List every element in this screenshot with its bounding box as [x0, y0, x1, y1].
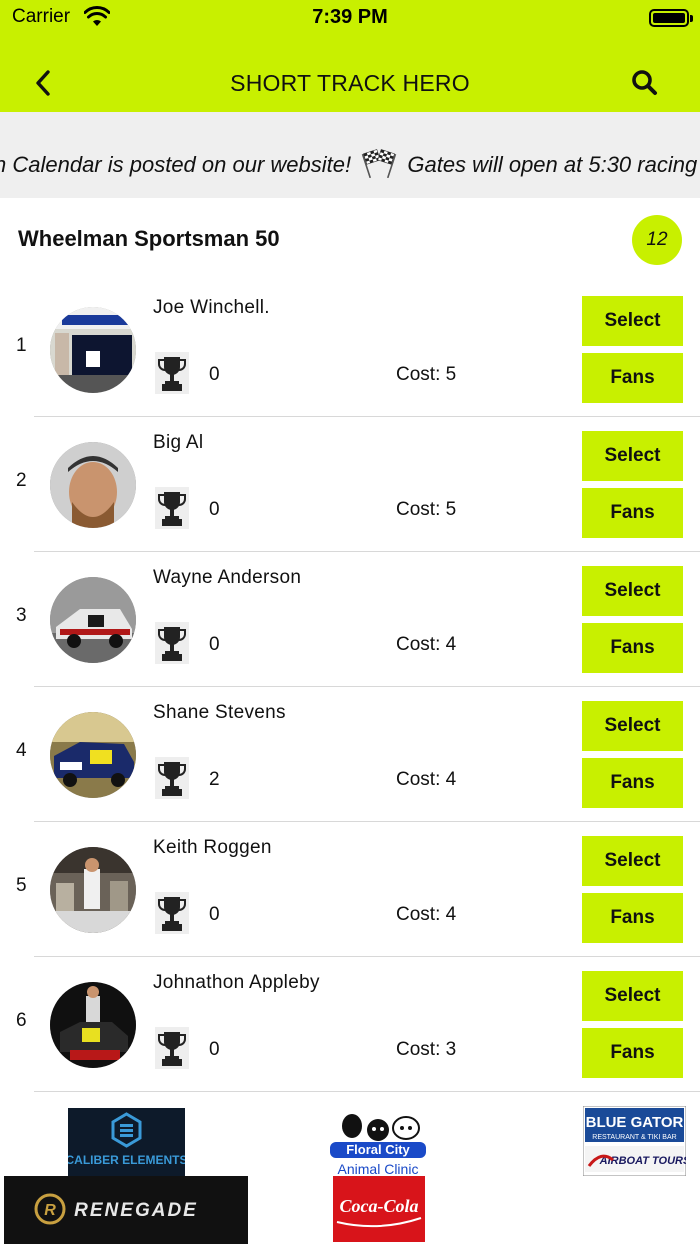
- blue-gator-sub-text: RESTAURANT & TIKI BAR: [592, 1134, 676, 1141]
- select-button[interactable]: Select: [582, 296, 683, 346]
- driver-row: 1 Joe Winchell. 0 Cost: 5 Select Fans: [0, 282, 700, 417]
- driver-cost: Cost: 3: [396, 1039, 457, 1060]
- driver-wins: 0: [209, 499, 220, 520]
- driver-wins: 0: [209, 904, 220, 925]
- driver-name: Wayne Anderson: [153, 567, 302, 588]
- ticker-text-before: n Calendar is posted on our website!: [0, 152, 352, 177]
- trophy-icon: [155, 1027, 189, 1069]
- driver-wins: 0: [209, 634, 220, 655]
- trophy-icon: [155, 757, 189, 799]
- race-car-photo: [50, 307, 136, 393]
- division-title: Wheelman Sportsman 50: [18, 226, 280, 251]
- blue-gator-text: BLUE GATOR: [586, 1114, 684, 1131]
- driver-count-badge: 12: [632, 215, 682, 265]
- driver-cost: Cost: 5: [396, 499, 457, 520]
- driver-row: 5 Keith Roggen 0 Cost: 4 Select Fans: [0, 822, 700, 957]
- search-icon: [632, 70, 657, 95]
- driver-cost: Cost: 4: [396, 634, 457, 655]
- driver-name: Joe Winchell.: [153, 297, 270, 318]
- select-button[interactable]: Select: [582, 566, 683, 616]
- status-bar: Carrier 7:39 PM: [0, 0, 700, 40]
- driver-rank: 1: [16, 335, 27, 356]
- app-header: Carrier 7:39 PM SHORT TRACK HERO: [0, 0, 700, 112]
- checkered-flag-icon: [362, 149, 397, 178]
- trophy-icon: [155, 487, 189, 529]
- svg-text:R: R: [44, 1202, 56, 1219]
- renegade-text: RENEGADE: [74, 1200, 198, 1221]
- search-button[interactable]: [628, 66, 662, 100]
- select-button[interactable]: Select: [582, 431, 683, 481]
- driver-row: 4 Shane Stevens 2 Cost: 4 Select Fans: [0, 687, 700, 822]
- coca-cola-text: Coca-Cola: [340, 1196, 419, 1216]
- victory-lane-photo: [50, 847, 136, 933]
- fans-button[interactable]: Fans: [582, 1028, 683, 1078]
- coca-cola-logo[interactable]: Coca-Cola: [333, 1176, 425, 1242]
- battery-icon: [649, 9, 693, 27]
- driver-wins: 0: [209, 364, 220, 385]
- driver-name: Big Al: [153, 432, 204, 453]
- driver-rank: 3: [16, 605, 27, 626]
- driver-avatar[interactable]: [50, 847, 136, 933]
- driver-cost: Cost: 5: [396, 364, 457, 385]
- fans-button[interactable]: Fans: [582, 353, 683, 403]
- driver-name: Johnathon Appleby: [153, 972, 320, 993]
- ticker-text: n Calendar is posted on our website! Gat…: [0, 148, 700, 178]
- trophy-icon: [155, 892, 189, 934]
- driver-avatar[interactable]: [50, 442, 136, 528]
- fans-button[interactable]: Fans: [582, 488, 683, 538]
- race-car-photo: [50, 982, 136, 1068]
- driver-row: 6 Johnathon Appleby 0 Cost: 3 Select Fan…: [0, 957, 700, 1092]
- floral-city-text: Floral City: [346, 1142, 410, 1157]
- driver-rank: 6: [16, 1010, 27, 1031]
- race-car-photo: [50, 712, 136, 798]
- sponsor-banner: CALIBER ELEMENTS Floral City Animal Clin…: [0, 1094, 700, 1244]
- trophy-icon: [155, 352, 189, 394]
- blue-gator-logo[interactable]: BLUE GATOR RESTAURANT & TIKI BAR AIRBOAT…: [583, 1106, 686, 1176]
- news-ticker: n Calendar is posted on our website! Gat…: [0, 112, 700, 198]
- select-button[interactable]: Select: [582, 701, 683, 751]
- driver-name: Keith Roggen: [153, 837, 272, 858]
- driver-rank: 2: [16, 470, 27, 491]
- driver-name: Shane Stevens: [153, 702, 286, 723]
- trophy-icon: [155, 622, 189, 664]
- driver-wins: 0: [209, 1039, 220, 1060]
- driver-cost: Cost: 4: [396, 904, 457, 925]
- status-time: 7:39 PM: [312, 6, 388, 28]
- driver-wins: 2: [209, 769, 220, 790]
- driver-row: 3 Wayne Anderson 0 Cost: 4 Select Fans: [0, 552, 700, 687]
- driver-avatar[interactable]: [50, 577, 136, 663]
- ticker-text-after: Gates will open at 5:30 racing sta: [407, 152, 700, 177]
- race-car-photo: [50, 577, 136, 663]
- driver-cost: Cost: 4: [396, 769, 457, 790]
- select-button[interactable]: Select: [582, 971, 683, 1021]
- caliber-text: CALIBER ELEMENTS: [68, 1153, 185, 1167]
- driver-portrait-photo: [50, 442, 136, 528]
- driver-rank: 4: [16, 740, 27, 761]
- fans-button[interactable]: Fans: [582, 623, 683, 673]
- floral-city-animal-clinic-logo[interactable]: Floral City Animal Clinic: [328, 1108, 428, 1178]
- select-button[interactable]: Select: [582, 836, 683, 886]
- driver-row: 2 Big Al 0 Cost: 5 Select Fans: [0, 417, 700, 552]
- driver-rank: 5: [16, 875, 27, 896]
- renegade-fuel-logo[interactable]: R RENEGADE: [4, 1176, 248, 1244]
- driver-avatar[interactable]: [50, 982, 136, 1068]
- caliber-elements-logo[interactable]: CALIBER ELEMENTS: [68, 1108, 185, 1176]
- row-divider: [34, 1091, 700, 1092]
- airboat-tours-text: AIRBOAT TOURS: [599, 1155, 686, 1167]
- fans-button[interactable]: Fans: [582, 758, 683, 808]
- animal-clinic-text: Animal Clinic: [338, 1161, 419, 1177]
- fans-button[interactable]: Fans: [582, 893, 683, 943]
- page-title: SHORT TRACK HERO: [230, 70, 470, 96]
- driver-avatar[interactable]: [50, 307, 136, 393]
- driver-avatar[interactable]: [50, 712, 136, 798]
